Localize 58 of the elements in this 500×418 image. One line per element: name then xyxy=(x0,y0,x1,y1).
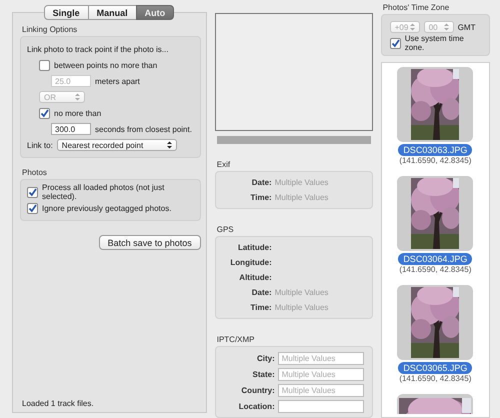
checkbox-label: between points no more than xyxy=(54,60,158,70)
field-label: Time: xyxy=(250,193,272,202)
thumbnail-frame[interactable] xyxy=(397,176,474,251)
checkbox[interactable] xyxy=(39,108,50,118)
input-field[interactable]: Multiple Values xyxy=(278,352,364,364)
checkbox-label: Process all loaded photos (not just selected). xyxy=(42,183,166,201)
unit-label: seconds from closest point. xyxy=(95,124,192,134)
field-label: Date: xyxy=(250,178,272,187)
checkbox-label: Use system time zone. xyxy=(404,34,465,52)
status-text: Loaded 1 track files. xyxy=(21,399,95,408)
checkbox[interactable] xyxy=(390,38,401,48)
file-name[interactable]: DSC03064.JPG xyxy=(398,253,472,265)
field-label: Longitude: xyxy=(229,258,272,267)
up-down-arrows-icon xyxy=(166,141,172,149)
field-label: City: xyxy=(256,354,275,362)
field-label: Country: xyxy=(240,386,275,394)
thumbnail-frame[interactable] xyxy=(397,67,474,142)
checkbox[interactable] xyxy=(27,202,38,214)
input-field[interactable]: Multiple Values xyxy=(278,384,364,396)
section-title: IPTC/XMP xyxy=(216,335,256,344)
group-title: Linking Options xyxy=(22,25,78,34)
coordinates-text: (141.6590, 42.8345) xyxy=(399,156,472,166)
input-field[interactable]: 300.0 xyxy=(51,123,91,135)
checkbox-label: no more than xyxy=(54,108,102,118)
field-label: Location: xyxy=(238,402,275,410)
field-label: State: xyxy=(252,370,275,378)
field-label: Altitude: xyxy=(238,273,272,282)
popup-menu[interactable]: Nearest recorded point xyxy=(56,139,177,151)
instruction-text: Link photo to track point if the photo is... xyxy=(27,44,170,56)
tab[interactable]: Manual xyxy=(88,5,137,20)
field-label: Link to: xyxy=(27,140,53,150)
gmt-label: GMT xyxy=(458,22,476,32)
checkbox[interactable] xyxy=(27,186,38,198)
batch-save-button[interactable]: Batch save to photos xyxy=(98,235,201,250)
checkbox-label: Ignore previously geotagged photos. xyxy=(42,204,172,212)
file-name[interactable]: DSC03063.JPG xyxy=(398,144,472,156)
tab[interactable]: Single xyxy=(44,5,89,20)
up-down-arrows-icon xyxy=(444,23,449,31)
up-down-arrows-icon xyxy=(75,93,80,101)
section-title: GPS xyxy=(216,225,235,234)
field-label: Date: xyxy=(250,288,272,297)
unit-label: meters apart xyxy=(95,76,140,86)
input-field[interactable]: Multiple Values xyxy=(278,368,364,380)
up-down-arrows-icon xyxy=(410,23,415,31)
thumbnail-frame[interactable] xyxy=(397,285,474,360)
coordinates-text: (141.6590, 42.8345) xyxy=(399,265,472,275)
group-title: Photos xyxy=(22,168,48,177)
checkbox[interactable] xyxy=(39,60,50,70)
field-label: Time: xyxy=(250,303,272,312)
coordinates-text: (141.6590, 42.8345) xyxy=(399,374,472,384)
input-field[interactable] xyxy=(278,400,364,412)
section-title: Exif xyxy=(216,160,232,169)
field-label: Latitude: xyxy=(236,243,272,252)
group-title: Photos' Time Zone xyxy=(382,3,450,12)
file-name[interactable]: DSC03065.JPG xyxy=(398,362,472,374)
tab[interactable]: Auto xyxy=(136,5,174,20)
scroll-bar[interactable] xyxy=(216,136,371,144)
thumbnail-frame[interactable] xyxy=(397,394,474,414)
